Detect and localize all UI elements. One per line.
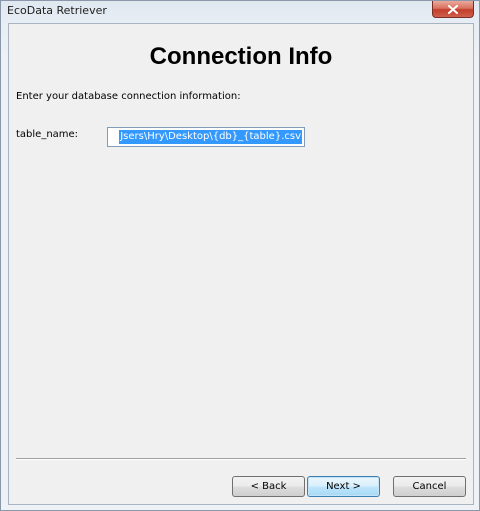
back-button[interactable]: < Back <box>232 476 305 497</box>
table-name-value: Jsers\Hry\Desktop\{db}_{table}.csv <box>119 130 302 144</box>
app-window: EcoData Retriever Connection Info Enter … <box>0 0 480 511</box>
cancel-button[interactable]: Cancel <box>393 476 466 497</box>
table-name-label: table_name: <box>16 129 79 140</box>
window-close-button[interactable] <box>432 1 474 18</box>
page-title: Connection Info <box>149 43 333 70</box>
close-icon <box>448 4 458 14</box>
button-divider <box>16 458 466 460</box>
instruction-text: Enter your database connection informati… <box>16 91 241 102</box>
wizard-page: Connection Info Enter your database conn… <box>8 23 474 505</box>
next-button[interactable]: Next > <box>307 476 380 497</box>
table-name-input[interactable]: Jsers\Hry\Desktop\{db}_{table}.csv <box>107 127 305 147</box>
window-title: EcoData Retriever <box>7 4 107 17</box>
